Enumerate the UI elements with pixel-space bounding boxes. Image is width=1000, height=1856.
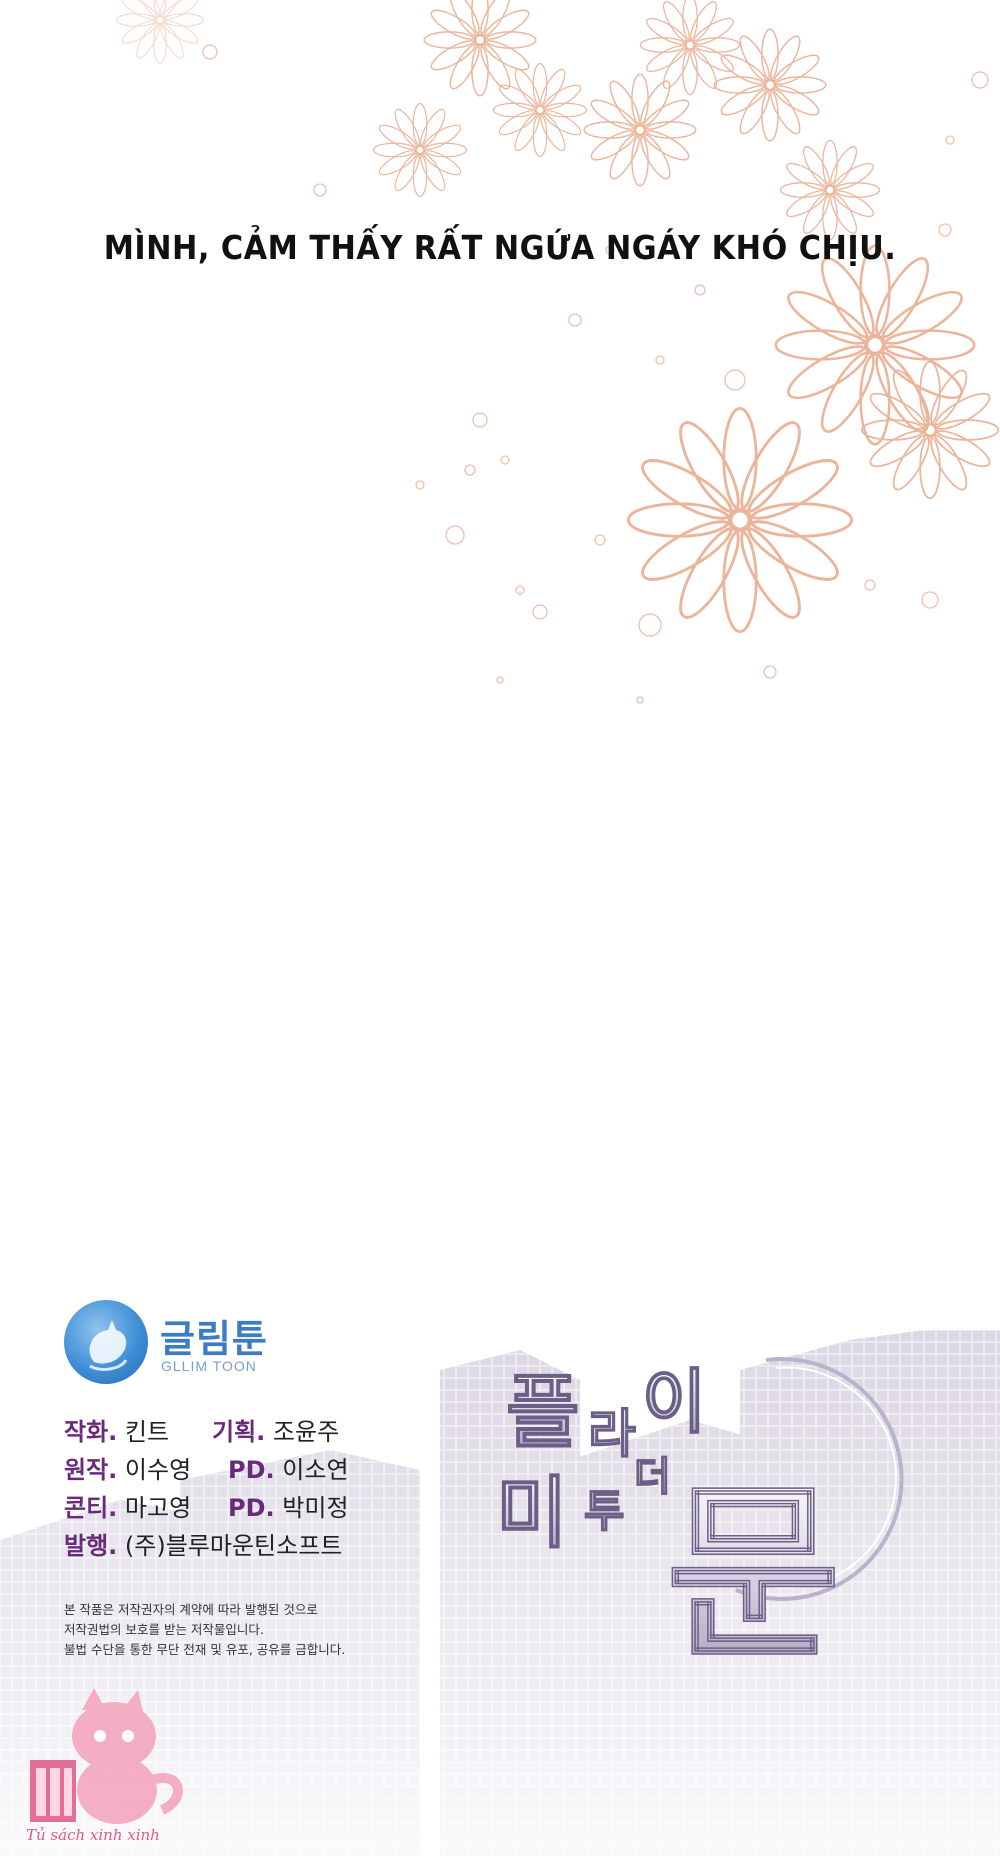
comic-page: MÌNH, CẢM THẤY RẤT NGỨA NGÁY KHÓ CHỊU. 글… <box>0 0 1000 1856</box>
credit-pd-1: PD. 이소연 <box>228 1456 349 1484</box>
speech-caption: MÌNH, CẢM THẤY RẤT NGỨA NGÁY KHÓ CHỊU. <box>103 228 897 267</box>
cat-logo-icon <box>64 1300 148 1384</box>
credit-storyboard: 콘티. 마고영 <box>64 1494 192 1522</box>
title-logo: 플 라 이 미 투 더 문 <box>496 1357 904 1670</box>
credit-art: 작화. 킨트 <box>64 1418 170 1446</box>
watermark: Tủ sách xinh xinh <box>26 1826 160 1844</box>
publisher-name-ko: 글림툰 <box>160 1317 268 1361</box>
title-char: 라 <box>588 1405 636 1465</box>
copyright-notice: 본 작품은 저작권자의 계약에 따라 발행된 것으로 저작권법의 보호를 받는 … <box>64 1600 424 1660</box>
cat-mascot-icon <box>30 1688 183 1824</box>
title-char: 이 <box>642 1361 706 1443</box>
title-char: 투 <box>584 1486 624 1537</box>
title-char: 미 <box>496 1469 568 1559</box>
credit-pd-2: PD. 박미정 <box>228 1494 349 1522</box>
title-char: 플 <box>506 1366 580 1459</box>
notice-line: 본 작품은 저작권자의 계약에 따라 발행된 것으로 <box>64 1602 318 1617</box>
credit-original: 원작. 이수영 <box>64 1456 192 1484</box>
publisher-name-en: GLLIM TOON <box>161 1358 257 1374</box>
credit-planning: 기획. 조윤주 <box>212 1418 340 1446</box>
publisher-logo: 글림툰 GLLIM TOON <box>64 1300 304 1390</box>
notice-line: 불법 수단을 통한 무단 전재 및 유포, 공유를 금합니다. <box>64 1642 346 1657</box>
title-big-char: 문 <box>666 1464 841 1670</box>
credit-publisher: 발행. (주)블루마운틴소프트 <box>64 1532 343 1560</box>
notice-line: 저작권법의 보호를 받는 저작물입니다. <box>64 1622 264 1637</box>
flower-decoration <box>116 0 1000 704</box>
